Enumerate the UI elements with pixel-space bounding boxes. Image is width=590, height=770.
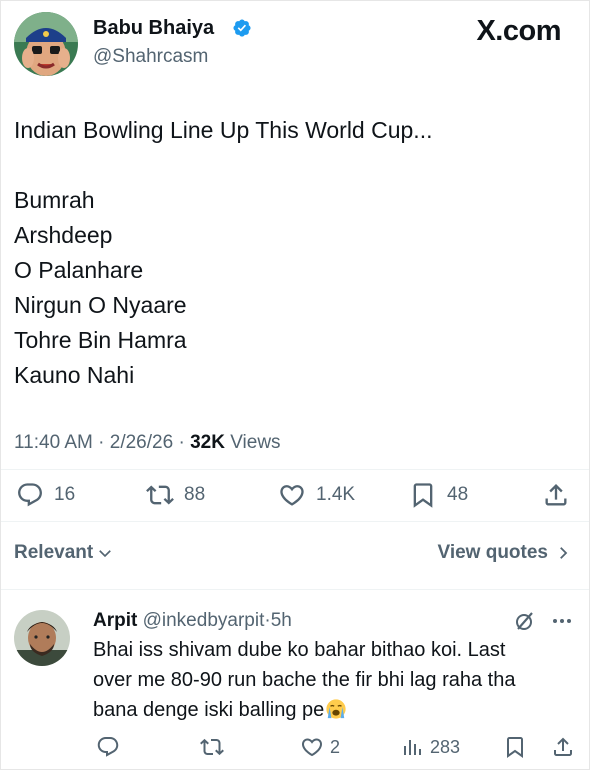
reply-share-button[interactable] bbox=[551, 733, 575, 761]
divider bbox=[0, 521, 590, 522]
reply-icon bbox=[97, 737, 119, 757]
meta-separator: · bbox=[98, 432, 105, 453]
reply-button[interactable]: 16 bbox=[16, 479, 75, 511]
repost-button[interactable]: 88 bbox=[146, 479, 205, 511]
sort-label: Relevant bbox=[14, 542, 94, 563]
reply-avatar-image bbox=[14, 610, 70, 666]
reply-handle[interactable]: @inkedbyarpit bbox=[143, 610, 265, 631]
like-button[interactable]: 1.4K bbox=[278, 479, 355, 511]
repost-count: 88 bbox=[184, 484, 206, 505]
reply-like-button[interactable]: 2 bbox=[300, 733, 340, 761]
author-handle[interactable]: @Shahrcasm bbox=[93, 45, 208, 69]
loudly-crying-face-icon bbox=[326, 699, 346, 719]
tweet-line: Bumrah bbox=[14, 187, 95, 213]
view-quotes-link[interactable]: View quotes bbox=[437, 542, 572, 564]
reply-line: Bhai iss shivam dube ko bahar bithao koi… bbox=[93, 639, 506, 661]
tweet-text: Indian Bowling Line Up This World Cup...… bbox=[14, 113, 432, 393]
repost-icon bbox=[146, 485, 174, 505]
divider bbox=[0, 589, 590, 590]
reply-views-button[interactable]: 283 bbox=[400, 733, 460, 761]
sort-dropdown[interactable]: Relevant bbox=[14, 542, 114, 564]
bookmark-button[interactable]: 48 bbox=[409, 479, 468, 511]
divider bbox=[0, 469, 590, 470]
reply-header: Arpit @inkedbyarpit·5h bbox=[93, 608, 292, 634]
grok-icon[interactable] bbox=[513, 609, 537, 633]
chevron-right-icon bbox=[560, 547, 568, 559]
share-button[interactable] bbox=[542, 479, 570, 511]
views-icon bbox=[404, 740, 421, 755]
brand-logo-text: X.com bbox=[476, 15, 561, 47]
reply-age[interactable]: 5h bbox=[271, 610, 292, 631]
tweet-screenshot: Babu Bhaiya @Shahrcasm X.com Indian Bowl… bbox=[0, 0, 590, 770]
author-avatar[interactable] bbox=[14, 12, 78, 76]
tweet-date[interactable]: 2/26/26 bbox=[110, 432, 173, 453]
reply-repost-button[interactable] bbox=[200, 733, 224, 761]
author-name[interactable]: Babu Bhaiya bbox=[93, 16, 214, 40]
reply-avatar[interactable] bbox=[14, 610, 70, 666]
view-quotes-label: View quotes bbox=[437, 542, 548, 563]
verified-badge-icon bbox=[233, 19, 251, 37]
tweet-meta: 11:40 AM · 2/26/26 · 32K Views bbox=[14, 429, 281, 457]
bookmark-icon bbox=[413, 483, 433, 508]
tweet-line: Arshdeep bbox=[14, 222, 113, 248]
tweet-line: Kauno Nahi bbox=[14, 362, 135, 388]
meta-separator: · bbox=[178, 432, 185, 453]
reply-line-last: bana denge iski balling pe bbox=[93, 695, 583, 725]
reply-author-name[interactable]: Arpit bbox=[93, 610, 137, 631]
like-icon bbox=[280, 485, 304, 506]
like-count: 1.4K bbox=[316, 484, 356, 505]
more-icon[interactable] bbox=[549, 610, 575, 632]
reply-line: over me 80-90 run bache the fir bhi lag … bbox=[93, 669, 516, 691]
bookmark-count: 48 bbox=[447, 484, 469, 505]
reply-line: bana denge iski balling pe bbox=[93, 699, 325, 721]
reply-icon bbox=[18, 483, 42, 507]
reply-bookmark-button[interactable] bbox=[503, 733, 527, 761]
tweet-line: O Palanhare bbox=[14, 257, 144, 283]
views-count: 32K bbox=[190, 432, 225, 453]
share-icon bbox=[554, 737, 572, 756]
reply-text: Bhai iss shivam dube ko bahar bithao koi… bbox=[93, 635, 583, 725]
tweet-time[interactable]: 11:40 AM bbox=[14, 432, 93, 453]
share-icon bbox=[545, 484, 567, 506]
reply-views-count: 283 bbox=[430, 736, 461, 757]
reply-reply-button[interactable] bbox=[96, 733, 120, 761]
tweet-line: Indian Bowling Line Up This World Cup... bbox=[14, 117, 433, 143]
reply-count: 16 bbox=[54, 484, 76, 505]
repost-icon bbox=[200, 738, 224, 756]
author-avatar-image bbox=[14, 12, 78, 76]
chevron-down-icon bbox=[99, 550, 112, 558]
bookmark-icon bbox=[507, 737, 523, 758]
tweet-line: Tohre Bin Hamra bbox=[14, 327, 187, 353]
reply-like-count: 2 bbox=[330, 736, 341, 757]
views-label: Views bbox=[230, 432, 281, 453]
tweet-line: Nirgun O Nyaare bbox=[14, 292, 187, 318]
like-icon bbox=[301, 738, 323, 757]
